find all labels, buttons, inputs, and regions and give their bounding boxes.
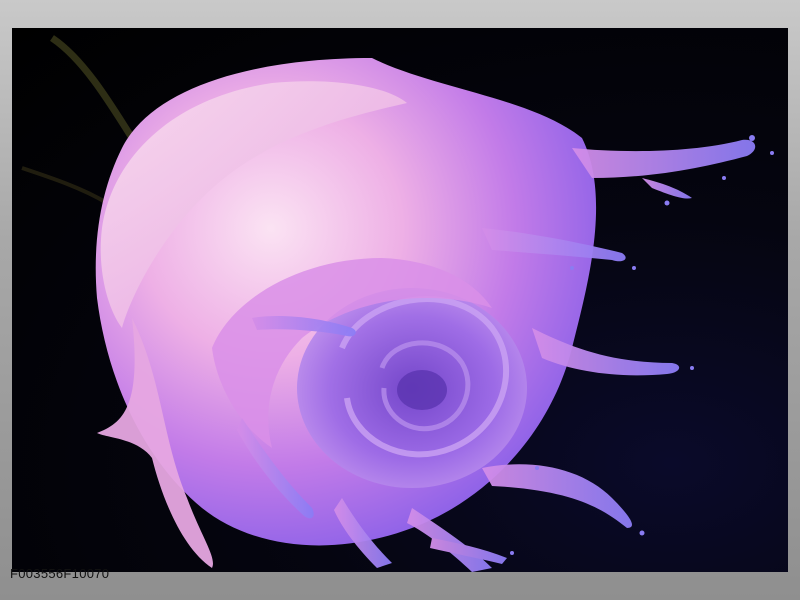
rose-stem	[50, 35, 135, 140]
photo-frame: F003556F10070	[0, 0, 800, 600]
rose-illustration	[21, 35, 774, 572]
product-code-label: F003556F10070	[10, 566, 110, 581]
rose-photo	[12, 28, 788, 572]
